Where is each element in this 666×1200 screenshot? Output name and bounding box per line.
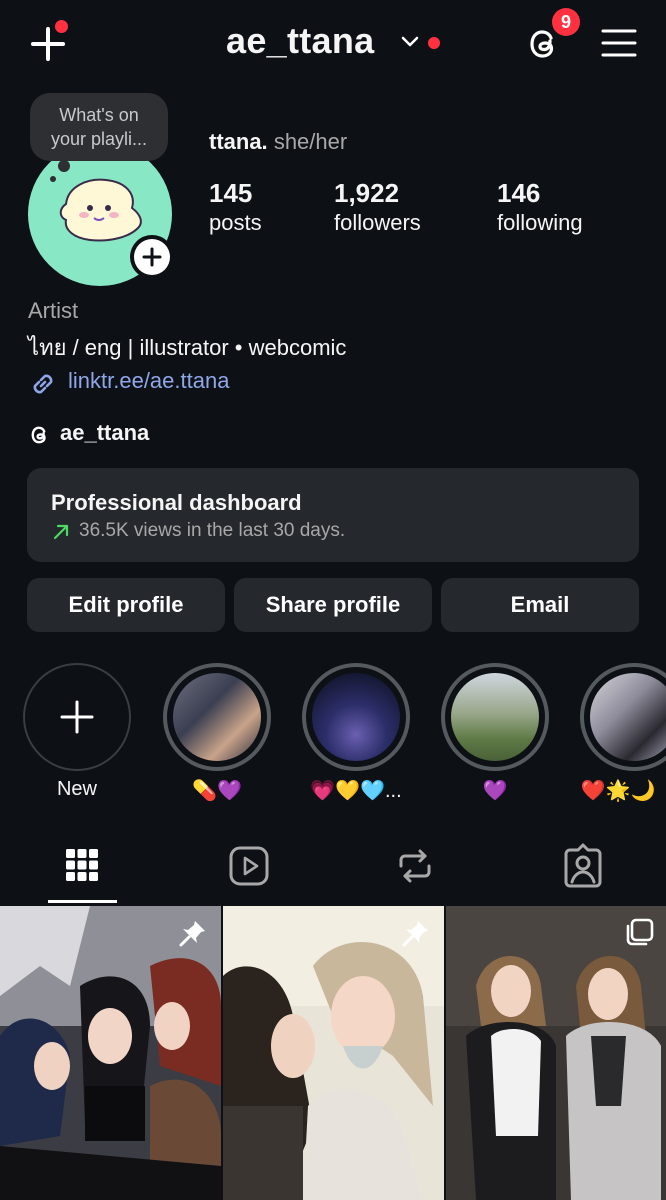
note-bubble-tail <box>58 160 70 172</box>
tagged-icon <box>564 843 602 888</box>
note-line-1: What's on <box>59 105 139 125</box>
highlight-2[interactable] <box>302 663 410 771</box>
following-count: 146 <box>497 178 541 208</box>
followers-label: followers <box>334 210 421 235</box>
pinned-icon <box>178 918 208 948</box>
edit-profile-button[interactable]: Edit profile <box>27 578 225 632</box>
pinned-icon <box>401 918 431 948</box>
account-notification-dot <box>428 37 440 49</box>
threads-handle: ae_ttana <box>60 420 150 445</box>
carousel-icon <box>626 918 654 946</box>
reposts-icon <box>399 849 431 883</box>
tab-reposts[interactable] <box>385 842 445 892</box>
followers-stat[interactable]: 1,922 followers <box>334 177 421 237</box>
link-text: linktr.ee/ae.ttana <box>68 368 230 393</box>
trend-up-icon <box>51 520 73 542</box>
post-thumbnail-1[interactable] <box>0 906 221 1200</box>
highlight-4[interactable] <box>580 663 666 771</box>
new-highlight-button[interactable] <box>23 663 131 771</box>
note-line-2: your playli... <box>50 129 148 149</box>
post-thumbnail-3[interactable] <box>446 906 666 1200</box>
email-button[interactable]: Email <box>441 578 639 632</box>
highlight-1[interactable] <box>163 663 271 771</box>
posts-label: posts <box>209 210 262 235</box>
display-name: ttana. <box>209 129 268 154</box>
active-tab-indicator <box>48 900 117 903</box>
following-label: following <box>497 210 583 235</box>
posts-stat[interactable]: 145 posts <box>209 177 262 237</box>
profile-category: Artist <box>28 298 79 323</box>
tab-posts-grid[interactable] <box>52 842 112 892</box>
profile-bio: ไทย / eng | illustrator • webcomic <box>28 335 347 360</box>
post-thumbnail-2[interactable] <box>223 906 444 1200</box>
profile-name-line: ttana. she/her <box>209 129 347 155</box>
grid-icon <box>66 849 98 881</box>
notification-badge: 9 <box>552 8 580 36</box>
add-story-button[interactable] <box>130 235 174 279</box>
dashboard-title: Professional dashboard <box>51 490 302 515</box>
tab-tagged[interactable] <box>553 842 613 892</box>
top-bar: ae_ttana 9 <box>0 0 666 90</box>
dashboard-subtitle: 36.5K views in the last 30 days. <box>79 520 346 541</box>
professional-dashboard[interactable]: Professional dashboard 36.5K views in th… <box>27 468 639 562</box>
threads-logo-icon <box>28 422 52 448</box>
profile-username[interactable]: ae_ttana <box>226 20 374 62</box>
tab-reels[interactable] <box>219 842 279 892</box>
pronouns: she/her <box>273 129 348 154</box>
chevron-down-icon[interactable] <box>401 36 419 48</box>
highlight-label-3: 💜 <box>482 780 508 802</box>
highlight-label-2: 💗💛🩵... <box>310 780 402 802</box>
reels-icon <box>229 846 269 886</box>
note-bubble[interactable]: What's on your playli... <box>30 93 168 161</box>
plus-icon <box>142 247 162 267</box>
note-bubble-tail-small <box>50 176 56 182</box>
following-stat[interactable]: 146 following <box>497 177 583 237</box>
highlight-label-new: New <box>56 778 97 800</box>
posts-count: 145 <box>209 178 253 208</box>
link-icon <box>28 369 58 399</box>
highlight-label-1: 💊💜 <box>192 780 242 802</box>
menu-icon[interactable] <box>601 28 637 58</box>
plus-icon <box>60 700 94 734</box>
create-notification-dot <box>55 20 68 33</box>
share-profile-button[interactable]: Share profile <box>234 578 432 632</box>
followers-count: 1,922 <box>334 178 400 208</box>
highlight-label-4: ❤️🌟🌙 <box>580 780 656 802</box>
highlight-3[interactable] <box>441 663 549 771</box>
